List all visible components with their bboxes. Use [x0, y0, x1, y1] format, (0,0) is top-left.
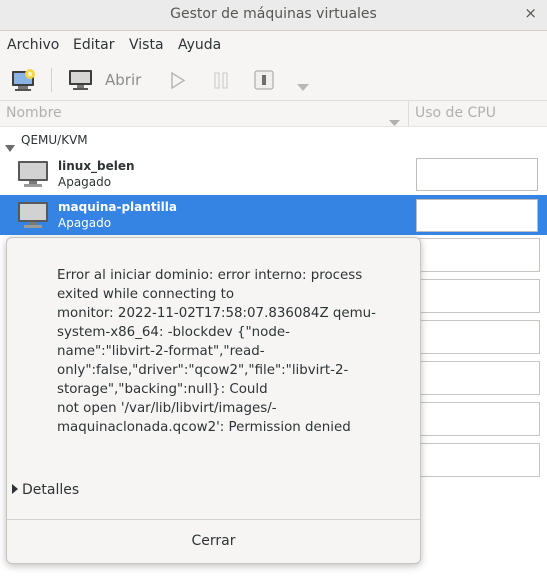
- pause-button[interactable]: [214, 72, 228, 93]
- column-header: Nombre Uso de CPU: [0, 101, 547, 127]
- monitor-icon: [69, 70, 92, 90]
- cpu-usage-graph: [416, 402, 540, 436]
- vm-row-selected[interactable]: maquina-plantilla Apagado: [0, 195, 547, 235]
- connection-group[interactable]: QEMU/KVM: [0, 127, 547, 153]
- vm-row[interactable]: linux_belen Apagado: [0, 154, 547, 194]
- cpu-usage-graph: [416, 158, 538, 191]
- expander-arrow-icon: [12, 484, 18, 494]
- details-label: Detalles: [22, 482, 80, 498]
- vm-name: linux_belen: [58, 159, 135, 173]
- menu-vista[interactable]: Vista: [129, 37, 164, 53]
- open-button-label[interactable]: Abrir: [105, 71, 141, 89]
- shutdown-button[interactable]: [254, 70, 274, 94]
- menu-editar[interactable]: Editar: [73, 37, 114, 53]
- shutdown-menu-button[interactable]: [297, 76, 309, 95]
- menu-ayuda[interactable]: Ayuda: [178, 37, 221, 53]
- play-icon: [171, 71, 186, 90]
- run-button[interactable]: [170, 71, 186, 93]
- cpu-usage-graph: [416, 238, 540, 272]
- menu-archivo[interactable]: Archivo: [7, 37, 59, 53]
- toolbar: Abrir: [0, 60, 547, 101]
- details-expander[interactable]: Detalles: [12, 482, 79, 498]
- close-window-button[interactable]: ×: [524, 4, 537, 22]
- column-divider[interactable]: [408, 101, 409, 126]
- cpu-usage-graph: [416, 320, 540, 354]
- new-vm-icon: [12, 69, 35, 91]
- error-dialog: Error al iniciar dominio: error interno:…: [6, 237, 421, 564]
- error-message: Error al iniciar dominio: error interno:…: [57, 268, 376, 435]
- new-vm-button[interactable]: [11, 68, 37, 96]
- column-cpu-header[interactable]: Uso de CPU: [415, 105, 496, 121]
- vm-name: maquina-plantilla: [58, 200, 177, 214]
- cpu-usage-graph: [416, 199, 538, 232]
- window-title: Gestor de máquinas virtuales: [170, 6, 377, 22]
- pause-icon: [214, 72, 228, 89]
- column-name-header[interactable]: Nombre: [6, 105, 62, 121]
- connection-label: QEMU/KVM: [21, 133, 88, 147]
- vm-monitor-icon: [17, 201, 49, 233]
- cpu-usage-graph: [416, 443, 540, 477]
- toolbar-separator: [51, 68, 52, 92]
- chevron-down-icon: [297, 84, 309, 91]
- cpu-usage-graph: [416, 361, 540, 395]
- vm-state: Apagado: [58, 175, 112, 189]
- close-button[interactable]: Cerrar: [7, 520, 420, 563]
- vm-monitor-icon: [17, 160, 49, 192]
- open-button[interactable]: [68, 69, 94, 95]
- cpu-usage-graph: [416, 279, 540, 313]
- title-bar: Gestor de máquinas virtuales ×: [0, 0, 547, 31]
- power-icon: [254, 70, 274, 90]
- vm-state: Apagado: [58, 216, 112, 230]
- menu-bar: Archivo Editar Vista Ayuda: [0, 31, 547, 59]
